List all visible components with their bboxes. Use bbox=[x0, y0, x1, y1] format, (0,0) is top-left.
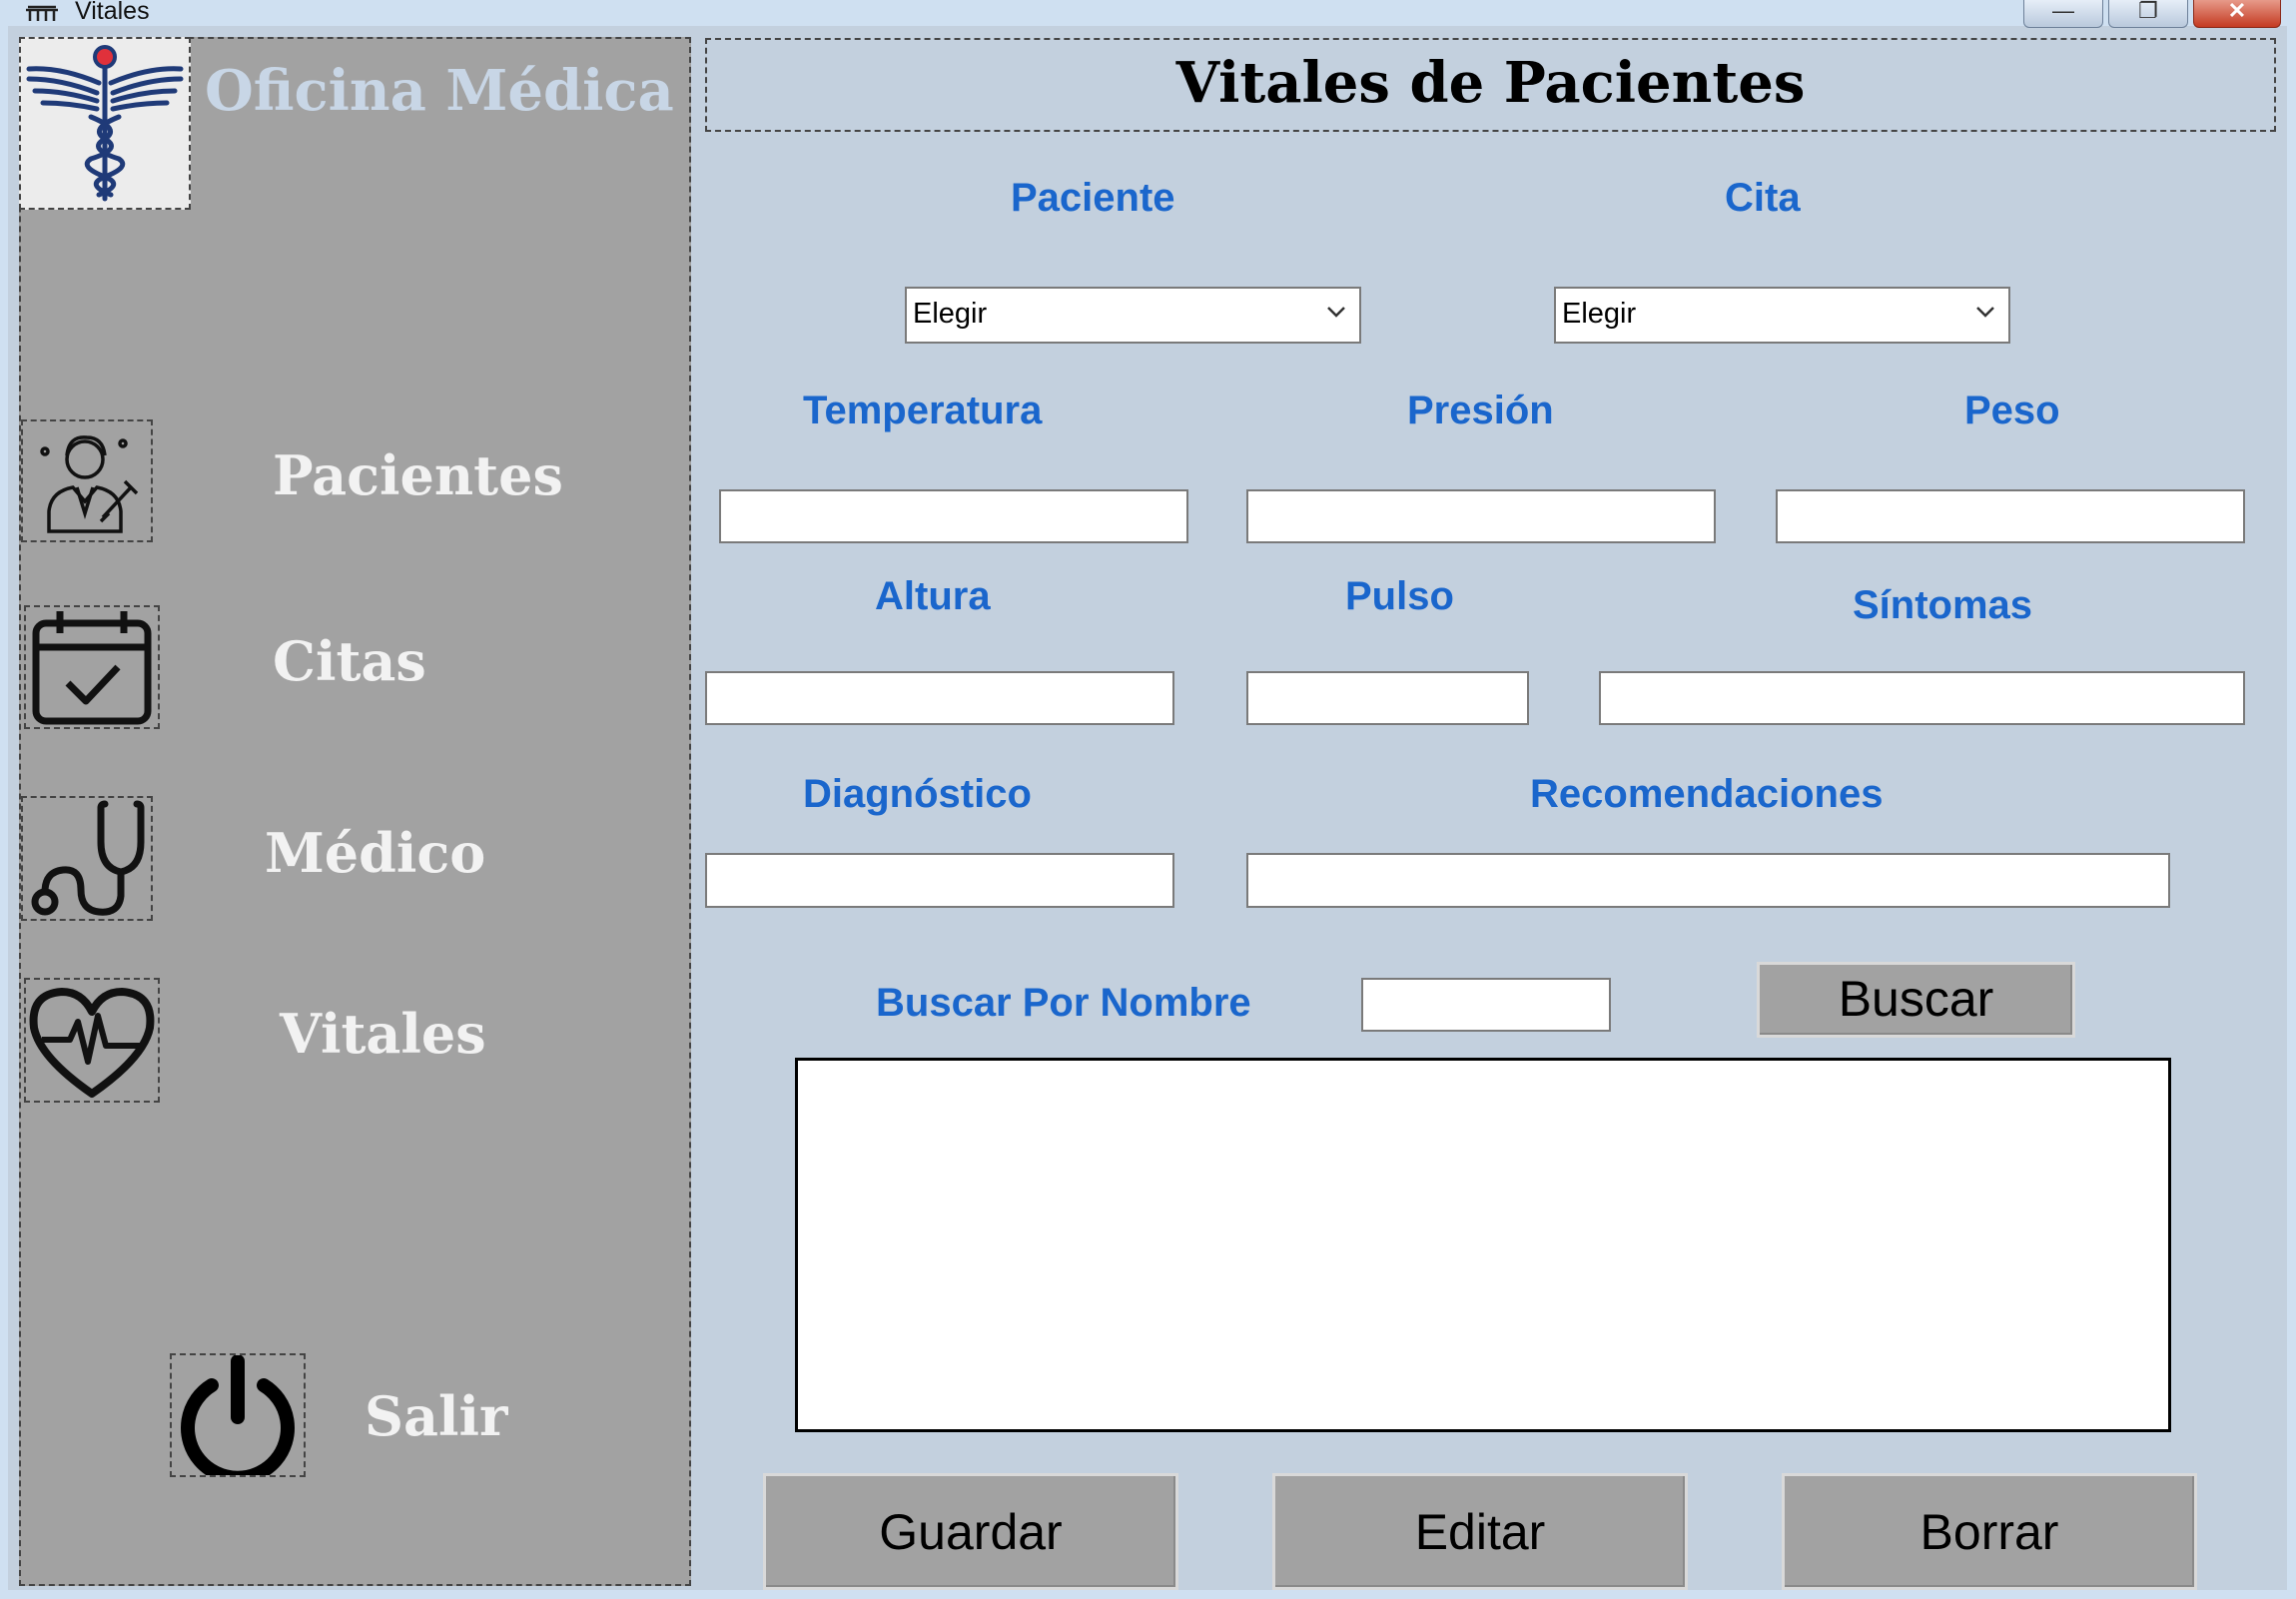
window-frame-left bbox=[0, 26, 8, 1599]
edit-button[interactable]: Editar bbox=[1272, 1473, 1688, 1590]
doctor-icon[interactable] bbox=[21, 419, 153, 542]
minimize-icon: — bbox=[2052, 0, 2074, 23]
paciente-label: Paciente bbox=[1011, 176, 1175, 220]
results-list[interactable] bbox=[795, 1058, 2171, 1432]
power-icon[interactable] bbox=[170, 1353, 306, 1485]
calendar-check-icon[interactable] bbox=[24, 605, 160, 729]
window-frame-right bbox=[2287, 26, 2296, 1599]
window-frame-bottom bbox=[0, 1590, 2296, 1599]
pulso-input[interactable] bbox=[1246, 671, 1529, 725]
peso-input[interactable] bbox=[1776, 489, 2245, 543]
maximize-button[interactable]: ❐ bbox=[2108, 0, 2188, 28]
stethoscope-icon[interactable] bbox=[21, 796, 153, 921]
sidebar-item-medico[interactable]: Médico bbox=[265, 821, 485, 885]
paciente-select[interactable]: Elegir bbox=[905, 287, 1361, 344]
app-icon bbox=[24, 4, 60, 22]
page-title: Vitales de Pacientes bbox=[1175, 50, 1806, 116]
delete-button[interactable]: Borrar bbox=[1782, 1473, 2197, 1590]
minimize-button[interactable]: — bbox=[2023, 0, 2103, 28]
close-icon: ✕ bbox=[2227, 0, 2247, 23]
cita-select[interactable]: Elegir bbox=[1554, 287, 2010, 344]
diagnostico-label: Diagnóstico bbox=[803, 772, 1032, 816]
temperatura-input[interactable] bbox=[719, 489, 1188, 543]
sidebar-item-pacientes[interactable]: Pacientes bbox=[273, 443, 563, 507]
sidebar-item-citas[interactable]: Citas bbox=[273, 629, 426, 693]
presion-label: Presión bbox=[1407, 389, 1554, 432]
paciente-select-value: Elegir bbox=[913, 298, 988, 330]
presion-input[interactable] bbox=[1246, 489, 1716, 543]
maximize-icon: ❐ bbox=[2138, 0, 2158, 23]
title-bar bbox=[0, 0, 2296, 26]
window-title: Vitales bbox=[75, 0, 150, 25]
sidebar-item-vitales[interactable]: Vitales bbox=[280, 1002, 486, 1066]
close-button[interactable]: ✕ bbox=[2193, 0, 2281, 28]
exit-label[interactable]: Salir bbox=[365, 1384, 507, 1448]
recomendaciones-input[interactable] bbox=[1246, 853, 2170, 908]
peso-label: Peso bbox=[1964, 389, 2060, 432]
caduceus-icon bbox=[19, 37, 191, 210]
chevron-down-icon bbox=[1327, 307, 1345, 318]
sintomas-label: Síntomas bbox=[1853, 583, 2033, 627]
search-input[interactable] bbox=[1361, 978, 1611, 1032]
temperatura-label: Temperatura bbox=[803, 389, 1043, 432]
sintomas-input[interactable] bbox=[1599, 671, 2245, 725]
save-button[interactable]: Guardar bbox=[763, 1473, 1178, 1590]
pulso-label: Pulso bbox=[1345, 574, 1454, 618]
altura-label: Altura bbox=[875, 574, 991, 618]
recomendaciones-label: Recomendaciones bbox=[1530, 772, 1884, 816]
chevron-down-icon bbox=[1976, 307, 1994, 318]
diagnostico-input[interactable] bbox=[705, 853, 1174, 908]
search-button[interactable]: Buscar bbox=[1757, 962, 2075, 1038]
cita-label: Cita bbox=[1725, 176, 1801, 220]
altura-input[interactable] bbox=[705, 671, 1174, 725]
cita-select-value: Elegir bbox=[1562, 298, 1637, 330]
brand-title: Oficina Médica bbox=[205, 58, 674, 124]
search-label: Buscar Por Nombre bbox=[876, 981, 1251, 1025]
heartbeat-icon[interactable] bbox=[24, 978, 160, 1103]
